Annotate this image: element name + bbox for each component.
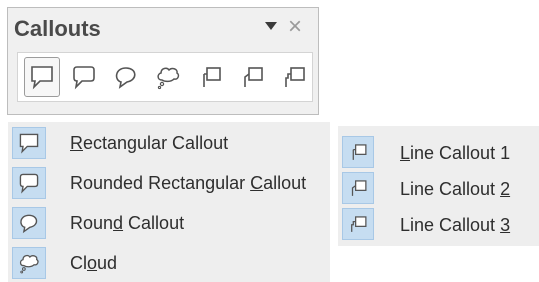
line-callout-2-icon [244, 67, 263, 87]
list-item-cloud[interactable]: Cloud [8, 244, 330, 282]
line-callout-1-icon [342, 136, 374, 168]
rectangular-callout-icon [31, 66, 53, 90]
line-callout-1-button[interactable] [192, 57, 228, 97]
line-callout-3-icon [342, 208, 374, 240]
list-item-label: Line Callout 2 [400, 179, 511, 199]
rounded-rectangular-callout-icon [73, 66, 95, 90]
line-callout-2-button[interactable] [234, 57, 270, 97]
list-item-line-callout-2[interactable]: Line Callout 2 [338, 170, 539, 206]
list-item-label: Line Callout 1 [400, 143, 511, 163]
line-callout-list: Line Callout 1 Line Callout 2 Line Callo… [338, 126, 539, 246]
cloud-callout-button[interactable] [150, 57, 186, 97]
cloud-callout-icon [12, 247, 46, 279]
list-item-label: Cloud [70, 253, 118, 273]
line-callout-1-icon [203, 67, 221, 87]
list-item-label: Rounded Rectangular Callout [70, 173, 307, 193]
toolbar-button-row [17, 52, 313, 102]
rounded-rectangular-callout-button[interactable] [66, 57, 102, 97]
list-item-rounded-rectangular-callout[interactable]: Rounded Rectangular Callout [8, 164, 330, 202]
round-callout-icon [115, 67, 136, 89]
callouts-toolbar: Callouts × [7, 7, 319, 115]
chevron-down-icon[interactable] [265, 22, 277, 30]
rectangular-callout-button[interactable] [24, 57, 60, 97]
list-item-round-callout[interactable]: Round Callout [8, 204, 330, 242]
cloud-callout-icon [157, 67, 180, 90]
close-icon[interactable]: × [288, 12, 302, 42]
round-callout-icon [12, 207, 46, 239]
list-item-line-callout-1[interactable]: Line Callout 1 [338, 134, 539, 170]
rounded-rectangular-callout-icon [12, 167, 46, 199]
list-item-label: Rectangular Callout [70, 133, 229, 153]
line-callout-2-icon [342, 172, 374, 204]
list-item-rectangular-callout[interactable]: Rectangular Callout [8, 124, 330, 162]
toolbar-title: Callouts [14, 16, 101, 41]
list-item-label: Line Callout 3 [400, 215, 511, 235]
callout-shape-list: Rectangular Callout Rounded Rectangular … [8, 122, 330, 282]
line-callout-3-button[interactable] [276, 57, 312, 97]
line-callout-3-icon [285, 67, 305, 87]
list-item-line-callout-3[interactable]: Line Callout 3 [338, 206, 539, 242]
round-callout-button[interactable] [108, 57, 144, 97]
rectangular-callout-icon [12, 127, 46, 159]
list-item-label: Round Callout [70, 213, 185, 233]
